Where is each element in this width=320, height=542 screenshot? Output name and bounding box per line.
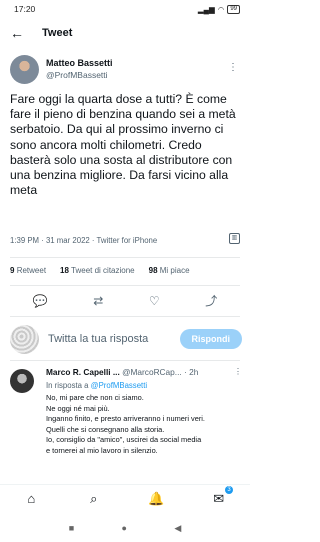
share-icon[interactable]: ⤴	[205, 294, 217, 308]
tweet-stats: 9 Retweet 18 Tweet di citazione 98 Mi pi…	[10, 266, 190, 278]
stat-count: 98	[148, 266, 158, 275]
stat-count: 18	[60, 266, 69, 275]
tweet-text: Fare oggi la quarta dose a tutti? È come…	[10, 92, 236, 198]
avatar	[10, 324, 39, 354]
recents-icon[interactable]: ■	[69, 523, 74, 533]
author-text: Matteo Bassetti @ProfMBassetti	[46, 57, 113, 81]
mail-icon: ✉	[213, 490, 225, 506]
display-name[interactable]: Matteo Bassetti	[46, 57, 113, 69]
more-options-icon[interactable]: ⋮	[234, 367, 242, 376]
stat-likes[interactable]: 98 Mi piace	[149, 266, 190, 278]
reply-line: Inganno finito, e presto arriveranno i n…	[46, 414, 205, 424]
stat-quotes[interactable]: 18 Tweet di citazione	[60, 266, 135, 278]
in-reply-prefix: In risposta a	[46, 381, 89, 390]
analytics-icon[interactable]: ▥	[229, 233, 240, 244]
reply-button[interactable]: Rispondi	[179, 329, 242, 349]
reply-line: Ne oggi né mai più.	[46, 403, 110, 413]
in-reply-to: In risposta a @ProfMBassetti	[46, 380, 147, 391]
reply-header: Marco R. Capelli ... @MarcoRCap... · 2h	[46, 367, 242, 378]
reply-time: · 2h	[184, 367, 199, 377]
messages-nav-item[interactable]: ✉ 3	[208, 485, 233, 507]
reply-icon[interactable]: 💬	[33, 294, 48, 308]
stat-label: Retweet	[16, 266, 47, 275]
status-time: 17:20	[14, 4, 36, 14]
status-icons: ▂▄▆ ◠ 99	[197, 4, 240, 14]
bottom-nav: ⌂ ⌕ 🔔 ✉ 3	[0, 484, 250, 512]
stat-label: Mi piace	[159, 266, 190, 275]
page-title: Tweet	[42, 27, 73, 39]
signal-icon: ▂▄▆	[197, 4, 215, 14]
display-name[interactable]: Marco R. Capelli ...	[46, 367, 120, 377]
reply-tweet[interactable]: Marco R. Capelli ... @MarcoRCap... · 2h …	[10, 367, 242, 479]
stat-count: 9	[10, 266, 15, 275]
home-icon[interactable]: ⌂	[20, 491, 42, 506]
like-icon[interactable]: ♡	[149, 294, 160, 308]
stat-retweets[interactable]: 9 Retweet	[10, 266, 46, 278]
reply-composer: Twitta la tua risposta Rispondi	[10, 323, 242, 355]
reply-input[interactable]: Twitta la tua risposta	[48, 333, 180, 345]
divider	[10, 360, 240, 361]
system-nav: ■ ● ◀	[0, 514, 250, 542]
in-reply-handle-link[interactable]: @ProfMBassetti	[91, 381, 147, 390]
divider	[10, 285, 240, 286]
more-options-icon[interactable]: ⋮	[228, 62, 238, 73]
app-bar: ← Tweet	[0, 20, 250, 46]
user-handle[interactable]: @MarcoRCap...	[122, 367, 182, 377]
divider	[10, 316, 240, 317]
messages-badge: 3	[225, 485, 233, 494]
search-icon[interactable]: ⌕	[83, 491, 105, 507]
reply-line: e tornerei al mio lavoro in silenzio.	[46, 445, 158, 455]
tweet-author: Matteo Bassetti @ProfMBassetti ⋮	[10, 54, 240, 84]
avatar[interactable]	[10, 369, 34, 393]
tweet-meta: 1:39 PM · 31 mar 2022 · Twitter for iPho…	[10, 236, 158, 245]
tweet-actions: 💬 ⇄ ♡ ⤴	[10, 292, 240, 310]
status-bar: 17:20 ▂▄▆ ◠ 99	[0, 0, 250, 18]
back-icon[interactable]: ◀	[174, 523, 181, 534]
stat-label: Tweet di citazione	[71, 266, 135, 275]
reply-line: No, mi pare che non ci siamo.	[46, 393, 144, 402]
divider	[10, 257, 240, 258]
retweet-icon[interactable]: ⇄	[93, 294, 103, 308]
reply-text: No, mi pare che non ci siamo. Ne oggi né…	[46, 393, 246, 457]
user-handle[interactable]: @ProfMBassetti	[46, 69, 113, 81]
back-arrow-icon[interactable]: ←	[10, 26, 30, 40]
wifi-icon: ◠	[217, 4, 225, 14]
reply-line: Quelli che si consegnano alla storia.	[46, 424, 165, 434]
notifications-icon[interactable]: 🔔	[145, 491, 167, 507]
avatar[interactable]	[10, 54, 39, 84]
battery-icon: 99	[227, 4, 240, 14]
reply-line: Io, consiglio da "amico", uscirei da soc…	[46, 435, 202, 445]
home-button-icon[interactable]: ●	[122, 523, 127, 533]
